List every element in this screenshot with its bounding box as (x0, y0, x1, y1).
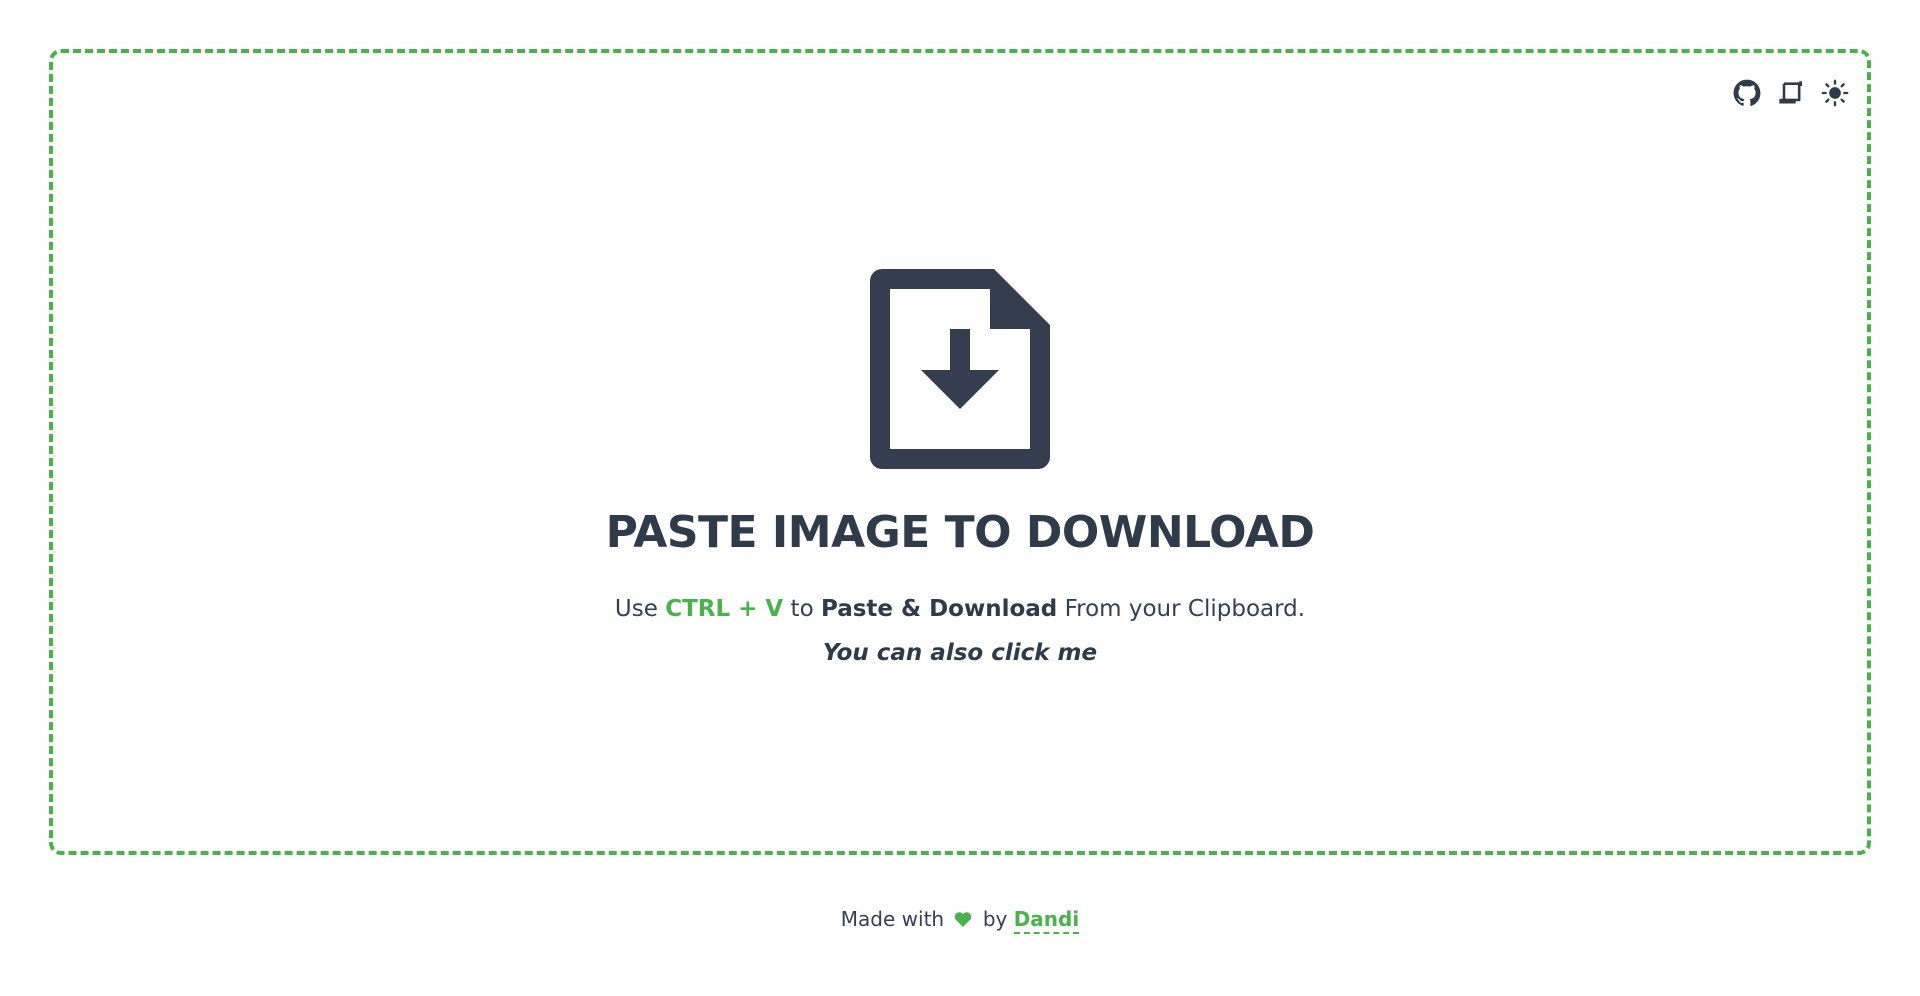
click-hint[interactable]: You can also click me (53, 640, 1867, 666)
dropzone-content: PASTE IMAGE TO DOWNLOAD Use CTRL + V to … (53, 269, 1867, 666)
github-link[interactable] (1733, 79, 1761, 107)
desc-mid: to (790, 596, 814, 622)
author-link[interactable]: Dandi (1013, 907, 1080, 934)
desc-suffix: From your Clipboard. (1064, 596, 1306, 622)
footer: Made with by Dandi (0, 907, 1920, 934)
docs-link[interactable] (1777, 79, 1805, 107)
paste-dropzone[interactable]: PASTE IMAGE TO DOWNLOAD Use CTRL + V to … (49, 49, 1871, 855)
shortcut-label: CTRL + V (665, 596, 784, 622)
github-icon (1733, 79, 1761, 106)
action-label: Paste & Download (820, 596, 1058, 622)
desc-prefix: Use (614, 596, 658, 622)
footer-prefix: Made with (840, 907, 945, 931)
scroll-icon (1779, 81, 1803, 104)
file-download-icon (870, 269, 1050, 469)
footer-by: by (982, 907, 1008, 931)
instructions: Use CTRL + V to Paste & Download From yo… (53, 596, 1867, 622)
theme-toggle[interactable] (1821, 79, 1849, 107)
heart-icon (955, 912, 972, 927)
top-icon-bar (1733, 79, 1849, 107)
page-title: PASTE IMAGE TO DOWNLOAD (605, 507, 1315, 558)
sun-icon (1821, 79, 1849, 107)
